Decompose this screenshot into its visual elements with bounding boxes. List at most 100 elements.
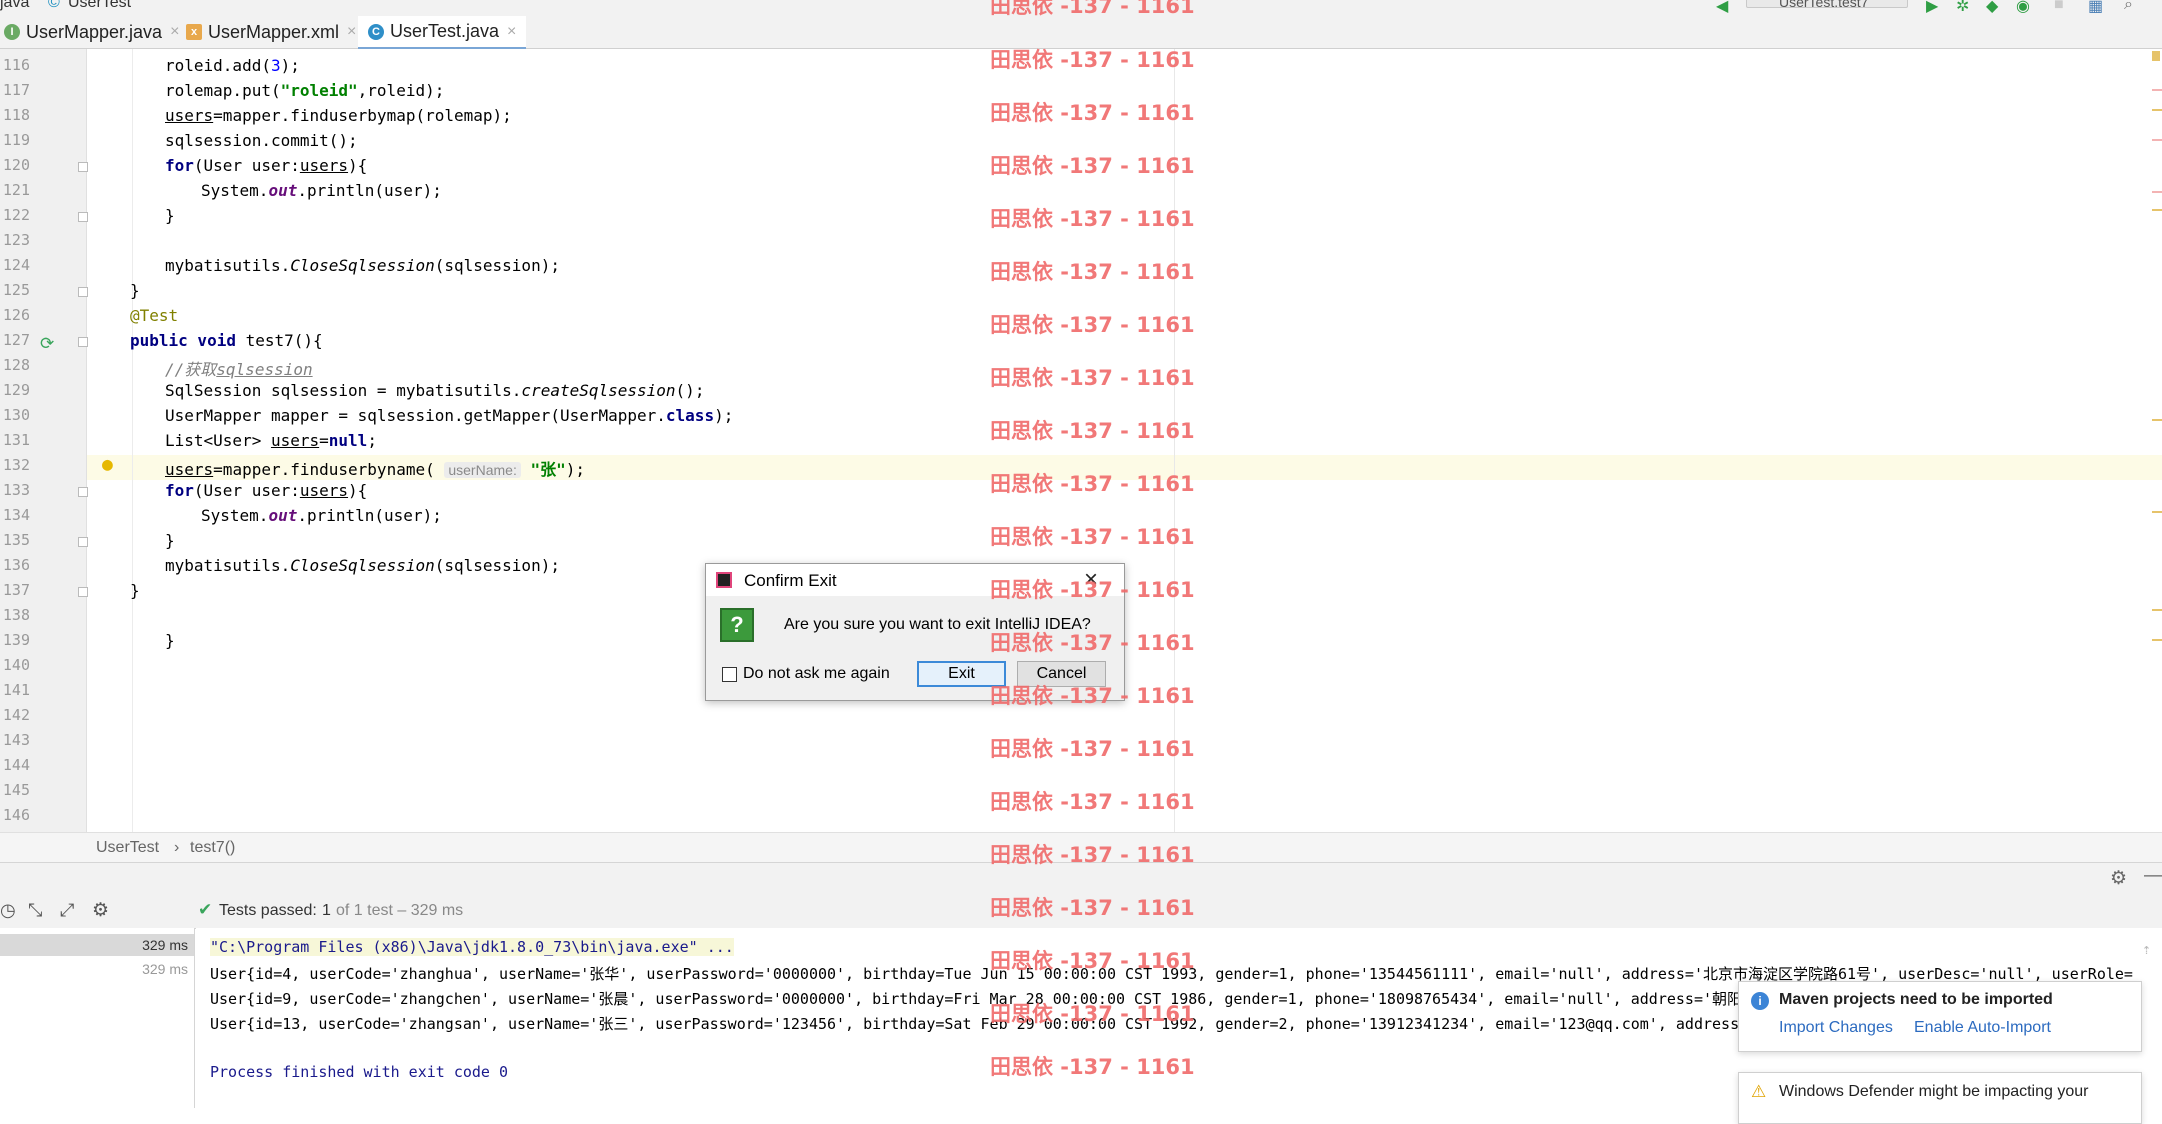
- code-line-133: for(User user:users){: [165, 481, 368, 500]
- test-detail: of 1 test – 329 ms: [336, 902, 464, 919]
- profile-icon[interactable]: ◉: [2016, 0, 2030, 16]
- fold-marker[interactable]: [78, 287, 88, 297]
- watermark-text: 田思依 -137 - 1161: [990, 578, 1195, 602]
- watermark-text: 田思依 -137 - 1161: [990, 1002, 1195, 1026]
- run-config-select[interactable]: UserTest.test7: [1746, 0, 1908, 8]
- stop-icon[interactable]: ■: [2054, 0, 2064, 14]
- error-stripe-mark[interactable]: [2152, 51, 2160, 61]
- nav-crumb-file[interactable]: UserTest: [68, 0, 131, 12]
- history-icon[interactable]: ◷: [0, 900, 16, 921]
- import-changes-link[interactable]: Import Changes: [1779, 1019, 1893, 1037]
- watermark-text: 田思依 -137 - 1161: [990, 896, 1195, 920]
- run-test-icon[interactable]: ⟳: [40, 334, 54, 354]
- project-structure-icon[interactable]: ▦: [2088, 0, 2103, 16]
- error-stripe-mark[interactable]: [2152, 89, 2162, 91]
- expand-all-icon[interactable]: ⤢: [60, 900, 74, 921]
- error-stripe-mark[interactable]: [2152, 191, 2162, 193]
- breadcrumb-class[interactable]: UserTest: [96, 839, 159, 857]
- error-stripe-mark[interactable]: [2152, 209, 2162, 211]
- watermark-text: 田思依 -137 - 1161: [990, 472, 1195, 496]
- tab-usermapper-java[interactable]: I UserMapper.java ×: [4, 16, 179, 48]
- line-number: 139: [2, 631, 30, 649]
- fold-marker[interactable]: [78, 587, 88, 597]
- code-line-119: sqlsession.commit();: [165, 131, 358, 150]
- test-row-test7[interactable]: 329 ms: [0, 958, 194, 980]
- fold-marker[interactable]: [78, 487, 88, 497]
- code-line-135: }: [165, 531, 175, 550]
- collapse-all-icon[interactable]: ⤡: [28, 900, 42, 921]
- settings-gear-icon[interactable]: ⚙: [2110, 867, 2127, 890]
- code-line-124: mybatisutils.CloseSqlsession(sqlsession)…: [165, 256, 560, 275]
- debug-icon[interactable]: ✲: [1956, 0, 1969, 16]
- code-line-118: users=mapper.finduserbymap(rolemap);: [165, 106, 512, 125]
- watermark-text: 田思依 -137 - 1161: [990, 737, 1195, 761]
- check-icon: ✔: [198, 900, 213, 919]
- watermark-text: 田思依 -137 - 1161: [990, 101, 1195, 125]
- indent-guide: [132, 49, 133, 832]
- line-number: 133: [2, 481, 30, 499]
- line-number: 146: [2, 806, 30, 824]
- test-results-tree: 329 ms 329 ms: [0, 928, 195, 1108]
- close-icon[interactable]: ×: [507, 23, 516, 41]
- error-stripe-mark[interactable]: [2152, 609, 2162, 611]
- do-not-ask-checkbox[interactable]: [722, 667, 737, 682]
- code-line-117: rolemap.put("roleid",roleid);: [165, 81, 445, 100]
- line-number: 145: [2, 781, 30, 799]
- search-everywhere-icon[interactable]: ⌕: [2124, 0, 2133, 14]
- code-line-120: for(User user:users){: [165, 156, 368, 175]
- close-icon[interactable]: ×: [170, 23, 179, 41]
- code-line-131: List<User> users=null;: [165, 431, 377, 450]
- run-icon[interactable]: ▶: [1926, 0, 1938, 16]
- tab-label: UserTest.java: [390, 21, 500, 41]
- line-number: 128: [2, 356, 30, 374]
- watermark-text: 田思依 -137 - 1161: [990, 154, 1195, 178]
- watermark-text: 田思依 -137 - 1161: [990, 48, 1195, 72]
- code-line-116: roleid.add(3);: [165, 56, 300, 75]
- error-stripe-mark[interactable]: [2152, 139, 2162, 141]
- code-line-126: @Test: [130, 306, 179, 325]
- error-stripe-mark[interactable]: [2152, 109, 2162, 111]
- line-number: 131: [2, 431, 30, 449]
- xml-file-icon: x: [186, 24, 202, 40]
- line-number: 140: [2, 656, 30, 674]
- line-number: 132: [2, 456, 30, 474]
- coverage-icon[interactable]: ◆: [1986, 0, 1998, 16]
- watermark-text: 田思依 -137 - 1161: [990, 0, 1195, 18]
- fold-marker[interactable]: [78, 212, 88, 222]
- line-number: 121: [2, 181, 30, 199]
- enable-auto-import-link[interactable]: Enable Auto-Import: [1914, 1019, 2051, 1037]
- line-number: 129: [2, 381, 30, 399]
- gear-icon[interactable]: ⚙: [92, 899, 109, 922]
- test-row-root[interactable]: 329 ms: [0, 934, 194, 956]
- fold-marker[interactable]: [78, 337, 88, 347]
- code-line-125: }: [130, 281, 140, 300]
- breadcrumb-method[interactable]: test7(): [190, 839, 235, 857]
- notification-title: Maven projects need to be imported: [1779, 991, 2053, 1008]
- lightbulb-icon[interactable]: ●: [102, 454, 113, 475]
- watermark-text: 田思依 -137 - 1161: [990, 207, 1195, 231]
- tab-usertest-java[interactable]: C UserTest.java ×: [358, 16, 527, 50]
- fold-marker[interactable]: [78, 162, 88, 172]
- hide-panel-icon[interactable]: —: [2144, 865, 2162, 887]
- watermark-text: 田思依 -137 - 1161: [990, 631, 1195, 655]
- interface-icon: I: [4, 24, 20, 40]
- scroll-up-icon[interactable]: ⇡: [2142, 940, 2151, 958]
- line-number: 138: [2, 606, 30, 624]
- warning-icon: ⚠: [1751, 1082, 1767, 1101]
- close-icon[interactable]: ×: [347, 23, 356, 41]
- error-stripe-mark[interactable]: [2152, 419, 2162, 421]
- code-line-128: //获取sqlsession: [165, 360, 313, 379]
- fold-marker[interactable]: [78, 537, 88, 547]
- code-line-139: }: [165, 631, 175, 650]
- error-stripe-mark[interactable]: [2152, 639, 2162, 641]
- error-stripe-mark[interactable]: [2152, 511, 2162, 513]
- watermark-text: 田思依 -137 - 1161: [990, 684, 1195, 708]
- back-arrow-icon[interactable]: ◀: [1716, 0, 1728, 16]
- watermark-text: 田思依 -137 - 1161: [990, 1055, 1195, 1079]
- nav-crumb-project[interactable]: java: [0, 0, 29, 12]
- line-number: 122: [2, 206, 30, 224]
- code-line-122: }: [165, 206, 175, 225]
- line-number: 116: [2, 56, 30, 74]
- line-number: 117: [2, 81, 30, 99]
- tab-usermapper-xml[interactable]: x UserMapper.xml ×: [186, 16, 356, 48]
